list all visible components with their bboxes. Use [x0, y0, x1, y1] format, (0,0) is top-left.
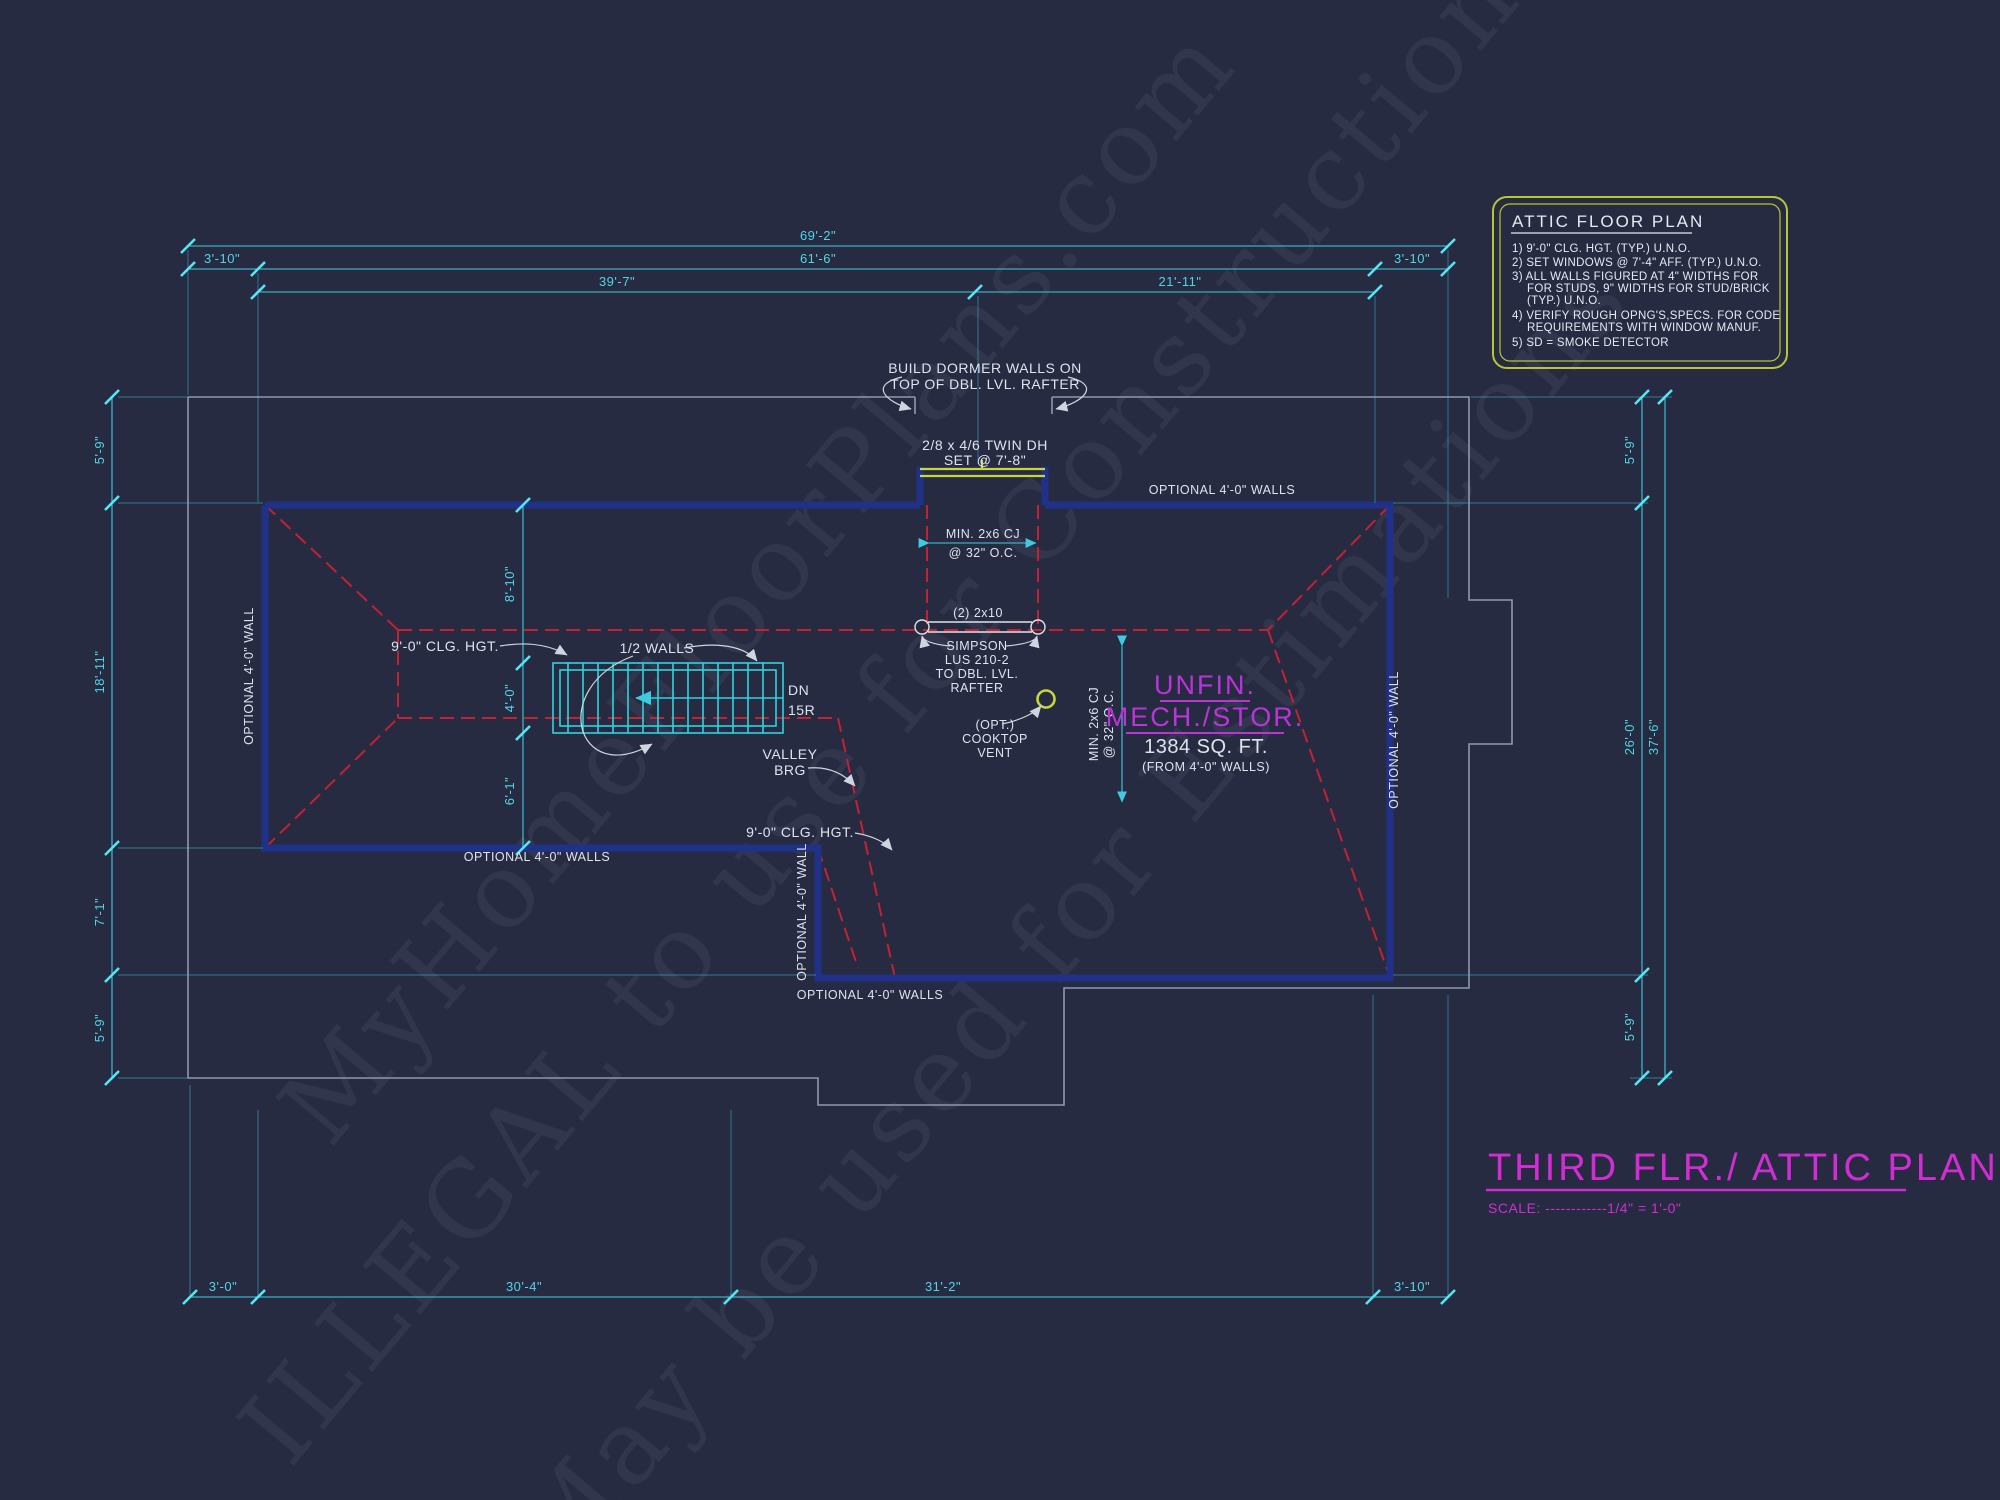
stairs-dn-label: DN — [788, 682, 809, 698]
dormer-window-line-2: SET @ 7'-8" — [944, 452, 1026, 468]
dim-right-a: 5'-9" — [1622, 436, 1637, 464]
note-line-6: 4) VERIFY ROUGH OPNG'S,SPECS. FOR CODE — [1512, 310, 1780, 322]
dim-left-b: 18'-11" — [92, 651, 107, 694]
note-line-2: 2) SET WINDOWS @ 7'-4" AFF. (TYP.) U.N.O… — [1512, 257, 1762, 269]
dormer-callout-line-1: BUILD DORMER WALLS ON — [888, 360, 1082, 376]
note-line-8: 5) SD = SMOKE DETECTOR — [1512, 337, 1669, 349]
dormer-cj-line-1: MIN. 2x6 CJ — [946, 527, 1020, 541]
optional-wall-right: OPTIONAL 4'-0" WALL — [1387, 671, 1401, 809]
dim-top-main: 61'-6" — [800, 251, 836, 266]
stairs-risers-label: 15R — [788, 702, 815, 718]
cooktop-line-3: VENT — [977, 746, 1012, 760]
dormer-cj-line-2: @ 32" O.C. — [949, 546, 1018, 560]
dim-left-a: 5'-9" — [92, 436, 107, 464]
left-dimensions: 5'-9" 18'-11" 7'-1" 5'-9" — [92, 436, 107, 1042]
dim-interior-b: 4'-0" — [502, 684, 517, 712]
dim-bottom-b: 30'-4" — [506, 1279, 542, 1294]
dormer-callout-line-2: TOP OF DBL. LVL. RAFTER — [890, 376, 1080, 392]
clg-hgt-leader-1 — [500, 644, 567, 655]
note-line-7: REQUIREMENTS WITH WINDOW MANUF. — [1527, 322, 1761, 334]
dim-left-c: 7'-1" — [92, 898, 107, 926]
dim-bottom-c: 31'-2" — [925, 1279, 961, 1294]
dim-bottom-a: 3'-0" — [209, 1279, 237, 1294]
attic-floor-plan-drawing: MyHomeFloorPlans.com ILLEGAL to use for … — [0, 0, 2000, 1500]
simpson-line-4: RAFTER — [951, 681, 1004, 695]
dim-top-overall: 69'-2" — [800, 228, 836, 243]
notes-box: ATTIC FLOOR PLAN 1) 9'-0" CLG. HGT. (TYP… — [1493, 197, 1787, 368]
clg-hgt-label-1: 9'-0" CLG. HGT. — [391, 638, 499, 654]
notes-box-title: ATTIC FLOOR PLAN — [1512, 212, 1704, 231]
room-area-note: (FROM 4'-0" WALLS) — [1142, 760, 1270, 774]
valley-brg-line-2: BRG — [774, 762, 806, 778]
optional-walls-bottom: OPTIONAL 4'-0" WALLS — [797, 988, 944, 1002]
cooktop-vent-symbol — [1038, 691, 1055, 708]
dormer-window-line-1: 2/8 x 4/6 TWIN DH — [922, 437, 1048, 453]
dim-bottom-d: 3'-10" — [1394, 1279, 1430, 1294]
cj-right-line-1: MIN. 2x6 CJ — [1087, 687, 1101, 761]
note-line-1: 1) 9'-0" CLG. HGT. (TYP.) U.N.O. — [1512, 243, 1691, 255]
clg-hgt-leader-2 — [855, 833, 892, 850]
half-walls-label: 1/2 WALLS — [620, 640, 695, 656]
optional-walls-top: OPTIONAL 4'-0" WALLS — [1149, 483, 1296, 497]
title-block: THIRD FLR./ ATTIC PLAN SCALE: ----------… — [1486, 1147, 1999, 1216]
optional-walls-bottom-left: OPTIONAL 4'-0" WALLS — [464, 850, 611, 864]
watermark-line-1: MyHomeFloorPlans.com — [256, 2, 1260, 1166]
dim-top-left-section: 39'-7" — [599, 274, 635, 289]
dim-top-right-section: 21'-11" — [1159, 274, 1202, 289]
cooktop-line-1: (OPT.) — [975, 718, 1014, 732]
simpson-line-3: TO DBL. LVL. — [936, 667, 1019, 681]
dim-left-d: 5'-9" — [92, 1014, 107, 1042]
room-area: 1384 SQ. FT. — [1144, 736, 1268, 758]
dim-top-right-offset: 3'-10" — [1394, 251, 1430, 266]
watermark-line-2: ILLEGAL to use for Construction — [216, 0, 1545, 1486]
note-line-5: (TYP.) U.N.O. — [1527, 295, 1601, 307]
simpson-line-1: SIMPSON — [946, 639, 1007, 653]
note-line-3: 3) ALL WALLS FIGURED AT 4" WIDTHS FOR — [1512, 271, 1759, 283]
sheet-title: THIRD FLR./ ATTIC PLAN — [1488, 1147, 1999, 1189]
dim-right-b: 26'-0" — [1622, 719, 1637, 755]
dim-interior-c: 6'-1" — [502, 777, 517, 805]
room-name-line-1: UNFIN. — [1154, 670, 1256, 700]
dim-right-total: 37'-6" — [1646, 719, 1661, 755]
valley-brg-line-1: VALLEY — [763, 746, 818, 762]
room-name-line-2: MECH./STOR. — [1106, 702, 1305, 732]
simpson-line-2: LUS 210-2 — [945, 653, 1009, 667]
watermark: MyHomeFloorPlans.com ILLEGAL to use for … — [216, 0, 1654, 1500]
sheet-scale: SCALE: ------------1/4" = 1'-0" — [1488, 1200, 1681, 1216]
optional-wall-step: OPTIONAL 4'-0" WALL — [795, 843, 809, 981]
cooktop-line-2: COOKTOP — [962, 732, 1028, 746]
dim-interior-a: 8'-10" — [502, 566, 517, 602]
dim-top-left-offset: 3'-10" — [204, 251, 240, 266]
beam-label: (2) 2x10 — [953, 606, 1003, 620]
clg-hgt-label-2: 9'-0" CLG. HGT. — [746, 824, 854, 840]
optional-wall-left: OPTIONAL 4'-0" WALL — [242, 607, 256, 745]
dim-right-c: 5'-9" — [1622, 1013, 1637, 1041]
note-line-4: FOR STUDS, 9" WIDTHS FOR STUD/BRICK — [1527, 283, 1770, 295]
stair-dimensions: 8'-10" 4'-0" 6'-1" — [502, 566, 517, 805]
